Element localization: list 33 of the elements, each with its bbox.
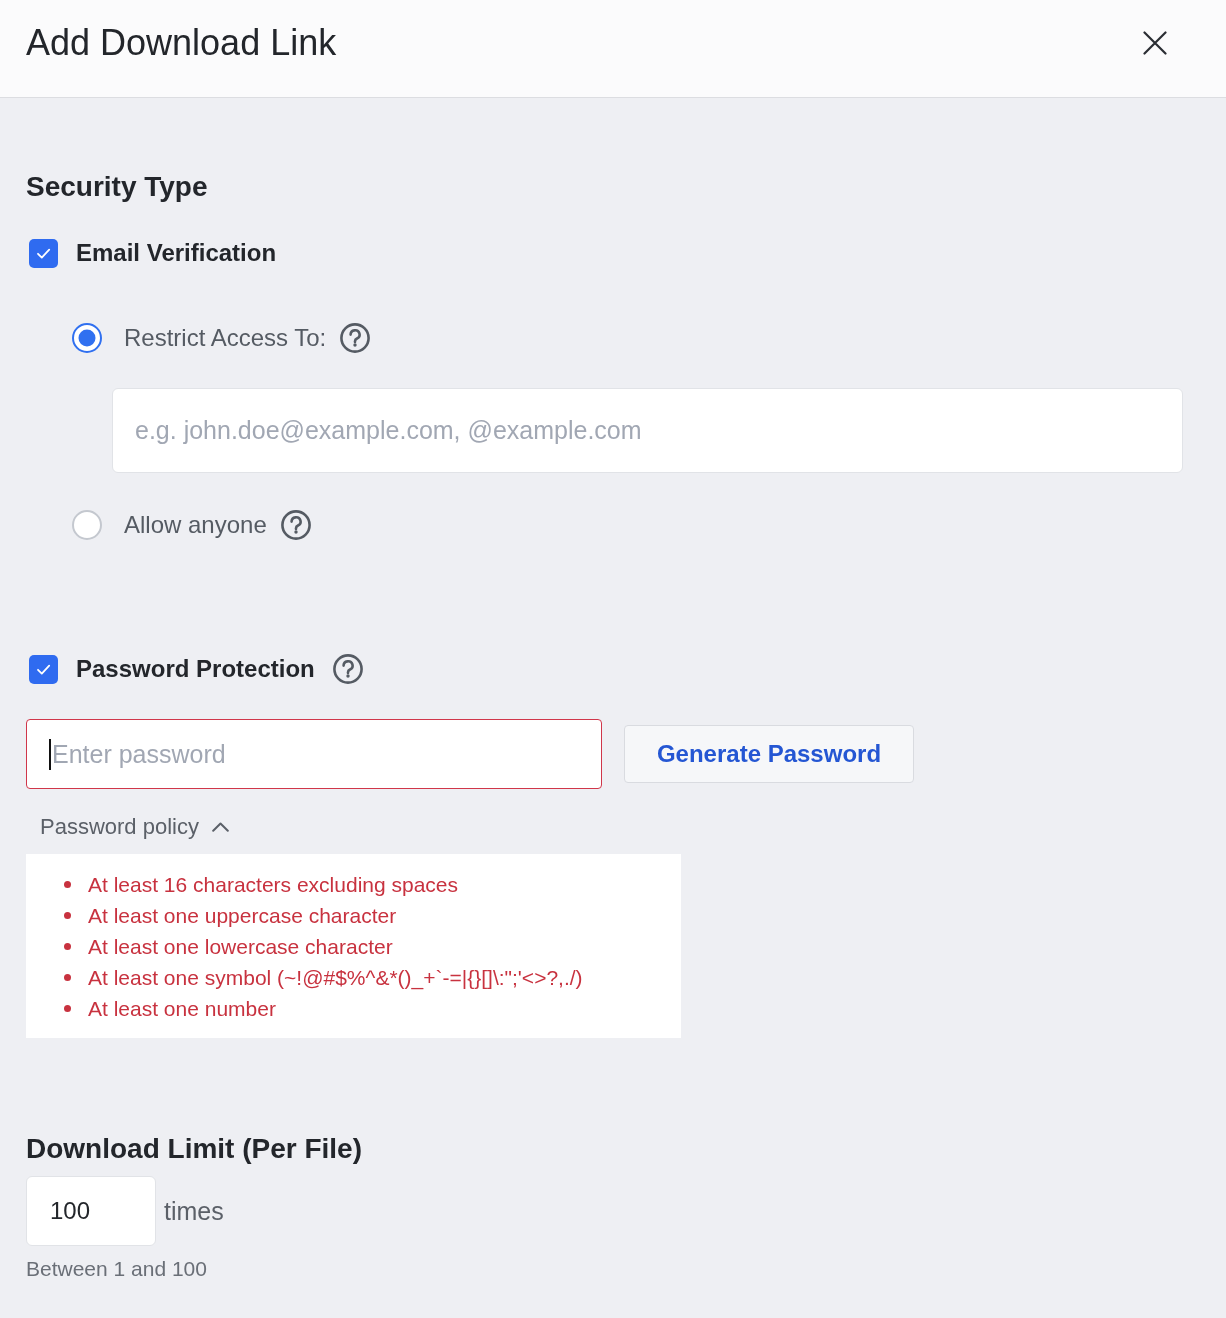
chevron-up-icon[interactable] bbox=[211, 822, 229, 832]
help-icon[interactable] bbox=[280, 510, 311, 540]
hint-text: Between 1 and 100 bbox=[26, 1256, 207, 1282]
radio-button[interactable] bbox=[72, 323, 102, 353]
section-heading: Security Type bbox=[26, 170, 208, 204]
dialog-title: Add Download Link bbox=[26, 20, 337, 65]
password-policy-toggle[interactable]: Password policy bbox=[40, 813, 229, 841]
section-heading: Download Limit (Per File) bbox=[26, 1132, 362, 1166]
policy-rule: At least one symbol (~!@#$%^&*()_+`-=|{}[]\:";'<>?,./) bbox=[88, 965, 583, 992]
help-icon[interactable] bbox=[340, 323, 371, 353]
unit-label: times bbox=[164, 1196, 224, 1226]
radio-label: Allow anyone bbox=[124, 510, 267, 540]
checkbox[interactable] bbox=[29, 238, 58, 268]
bullet-icon bbox=[64, 881, 71, 888]
radio-label: Restrict Access To: bbox=[124, 323, 327, 353]
bullet-icon bbox=[64, 1005, 71, 1012]
help-icon[interactable] bbox=[332, 654, 363, 684]
bullet-icon bbox=[64, 943, 71, 950]
policy-rule: At least 16 characters excluding spaces bbox=[88, 872, 459, 898]
policy-rule: At least one uppercase character bbox=[88, 903, 397, 929]
password-field[interactable]: Enter password bbox=[26, 719, 602, 789]
radio-button[interactable] bbox=[72, 510, 102, 540]
close-button[interactable] bbox=[1143, 30, 1167, 55]
bullet-icon bbox=[64, 974, 71, 981]
bullet-icon bbox=[64, 912, 71, 919]
checkbox[interactable] bbox=[29, 654, 58, 684]
checkbox-label: Password Protection bbox=[76, 654, 315, 684]
generate-password-button[interactable]: Generate Password bbox=[624, 725, 914, 783]
policy-rule: At least one lowercase character bbox=[88, 934, 393, 960]
download-limit-field[interactable]: 100 bbox=[26, 1176, 156, 1246]
policy-rule: At least one number bbox=[88, 996, 276, 1022]
checkbox-label: Email Verification bbox=[76, 238, 277, 268]
email-field[interactable]: e.g. john.doe@example.com, @example.com bbox=[112, 388, 1183, 473]
